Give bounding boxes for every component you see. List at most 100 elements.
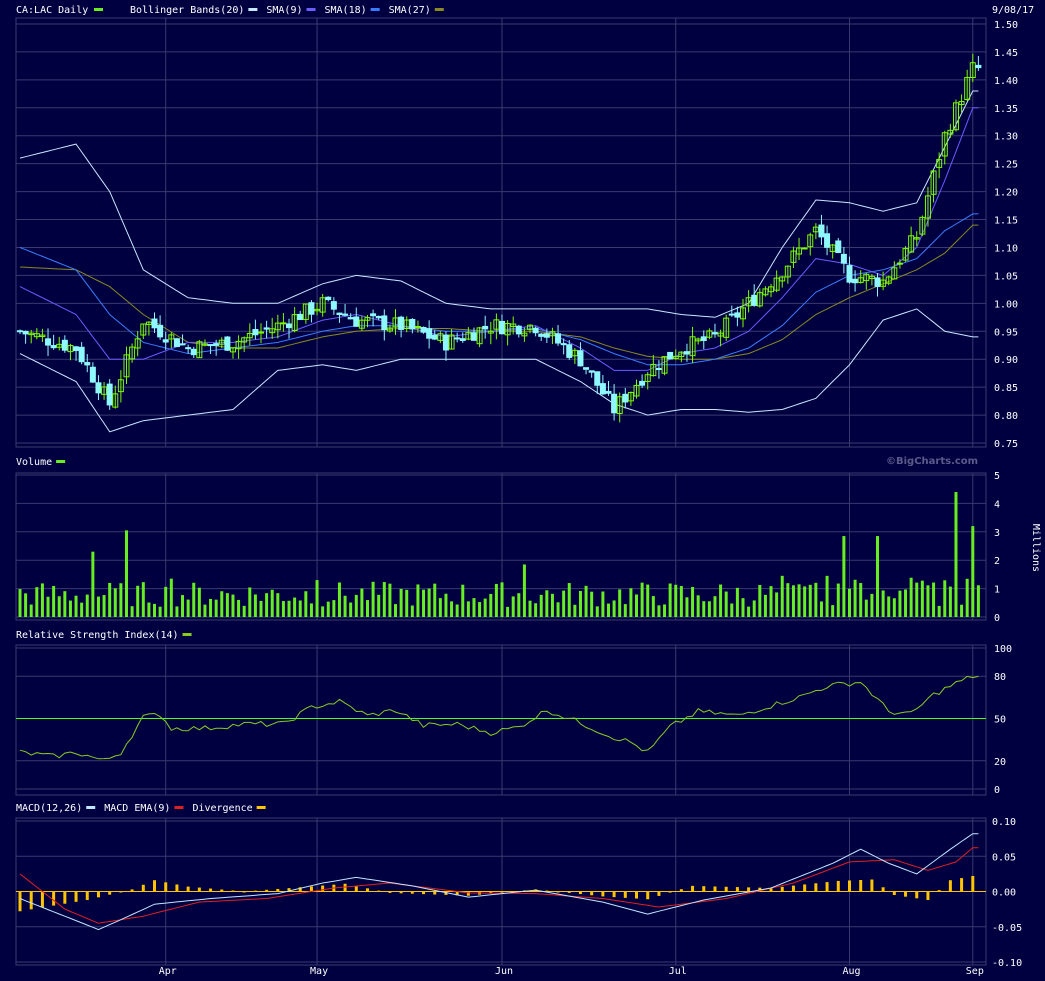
divergence-bar [646,891,650,900]
volume-bar [668,583,672,617]
candle-body [431,334,438,340]
candle-body [342,313,349,316]
rsi-legend-label: Relative Strength Index(14) [16,630,179,641]
x-tick-label: Jun [495,966,513,977]
volume-bar [438,598,442,617]
candle-body [207,344,214,347]
volume-bar [808,584,812,617]
candle-body [852,278,859,284]
divergence-bar [679,889,683,892]
volume-bar [24,593,28,617]
divergence-bar [130,889,134,892]
candle-body [728,313,735,316]
divergence-bar [836,880,840,892]
volume-bar [68,600,72,617]
volume-bar [466,601,470,617]
rsi-tick-label: 100 [994,644,1012,655]
volume-bar [724,591,728,617]
candle-body [190,348,197,356]
candle-body [566,344,573,358]
volume-bar [937,605,941,617]
candle-body [700,336,707,341]
volume-bar [169,578,173,617]
volume-bar [819,601,823,617]
volume-bar [147,602,151,617]
price-legend-swatch [248,8,258,11]
volume-bar [539,594,543,617]
candle-body [639,380,646,386]
volume-bar [954,492,958,617]
volume-bar [304,591,308,617]
candle-body [347,317,354,320]
volume-bar [965,578,969,617]
volume-bar [96,596,100,617]
candle-body [162,339,169,343]
volume-bar [349,602,353,617]
divergence-bar [18,891,22,912]
candle-body [22,330,29,335]
candle-body [185,347,192,350]
volume-tick-label: 2 [994,556,1000,567]
volume-bar [192,582,196,617]
volume-bar [489,593,493,617]
volume-bar [562,590,566,617]
volume-bar [197,587,201,617]
divergence-bar [253,890,257,892]
divergence-bar [365,888,369,892]
volume-bar [584,585,588,617]
macd-legend-swatch [86,806,96,809]
divergence-bar [971,875,975,892]
volume-bar [29,604,33,617]
divergence-bar [892,891,896,896]
volume-bar [522,564,526,617]
volume-bar [478,602,482,617]
volume-bar [337,582,341,617]
divergence-bar [904,891,908,897]
divergence-bar [500,891,504,893]
volume-bar [298,600,302,617]
divergence-bar [141,884,145,892]
volume-tick-label: 0 [994,613,1000,624]
volume-bar [663,604,667,617]
volume-bar [382,582,386,617]
volume-bar [153,603,157,617]
candle-body [655,367,662,370]
candle-body [330,301,337,310]
price-tick-label: 1.50 [994,20,1018,31]
volume-bar [629,588,633,617]
volume-bar [948,586,952,617]
divergence-bar [354,886,358,892]
volume-bar [85,594,89,617]
divergence-bar [926,891,930,900]
candle-body [605,390,612,394]
volume-bar [141,582,145,617]
volume-bar [237,599,241,617]
volume-bar [943,580,947,617]
price-tick-label: 0.90 [994,355,1018,366]
volume-bar [35,587,39,617]
price-tick-label: 1.45 [994,48,1018,59]
divergence-bar [399,891,403,894]
rsi-tick-label: 80 [994,672,1006,683]
price-tick-label: 1.00 [994,299,1018,310]
price-tick-label: 1.40 [994,76,1018,87]
divergence-bar [96,891,100,898]
candle-body [824,233,831,248]
volume-bar [209,598,213,617]
volume-bar [472,598,476,617]
candle-body [179,343,186,346]
macd-legend-label: MACD EMA(9) [104,803,170,814]
volume-bar [410,605,414,617]
candle-body [470,332,477,341]
divergence-bar [635,891,639,899]
volume-bar [696,595,700,617]
divergence-bar [960,878,964,892]
x-tick-label: Sep [966,966,984,977]
volume-bar [814,582,818,617]
volume-bar [763,594,767,617]
volume-bar [601,591,605,617]
price-tick-label: 0.80 [994,411,1018,422]
candle-body [414,325,421,328]
price-frame [15,17,987,448]
volume-legend-swatch [56,460,66,463]
